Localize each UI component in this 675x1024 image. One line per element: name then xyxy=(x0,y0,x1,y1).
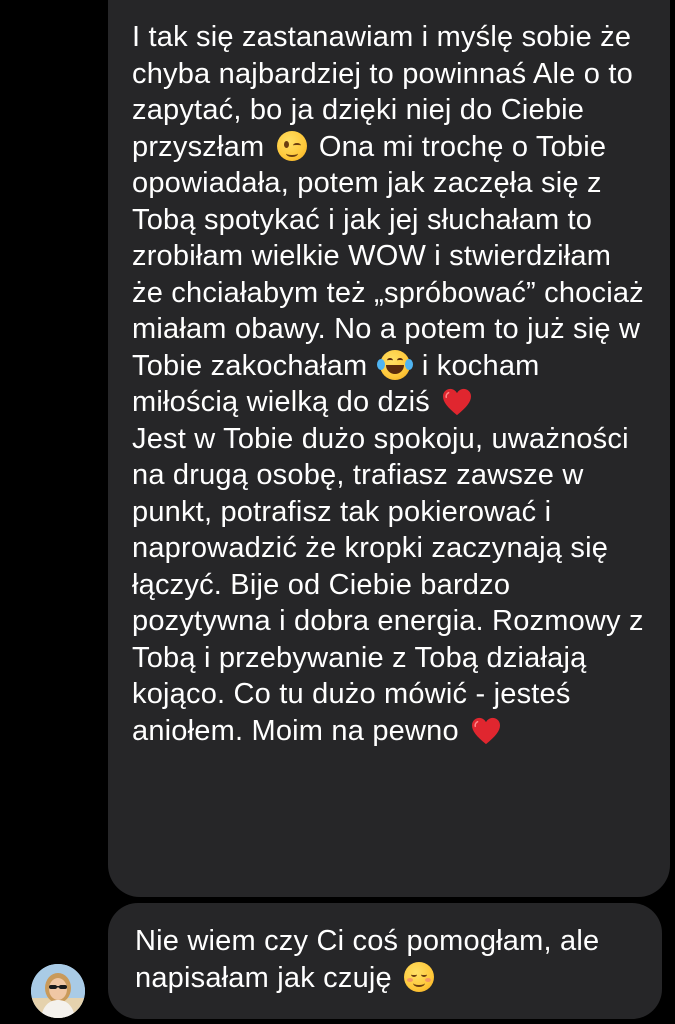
message-text: Jest w Tobie dużo spokoju, uważności na … xyxy=(132,422,644,747)
sender-avatar[interactable] xyxy=(31,964,85,1018)
red-heart-emoji xyxy=(471,717,501,745)
message-text: Nie wiem czy Ci coś pomogłam, ale napisa… xyxy=(135,925,600,994)
winking-face-emoji xyxy=(276,130,307,161)
red-heart-emoji xyxy=(442,388,472,416)
message-bubble[interactable]: Nie wiem czy Ci coś pomogłam, ale napisa… xyxy=(108,903,662,1019)
smiling-face-emoji xyxy=(404,961,435,992)
message-text: Ona mi trochę o Tobie opowiadała, potem … xyxy=(132,130,644,382)
face-with-tears-of-joy-emoji xyxy=(376,349,413,380)
message-bubble[interactable]: I tak się zastanawiam i myślę sobie że c… xyxy=(108,0,670,897)
